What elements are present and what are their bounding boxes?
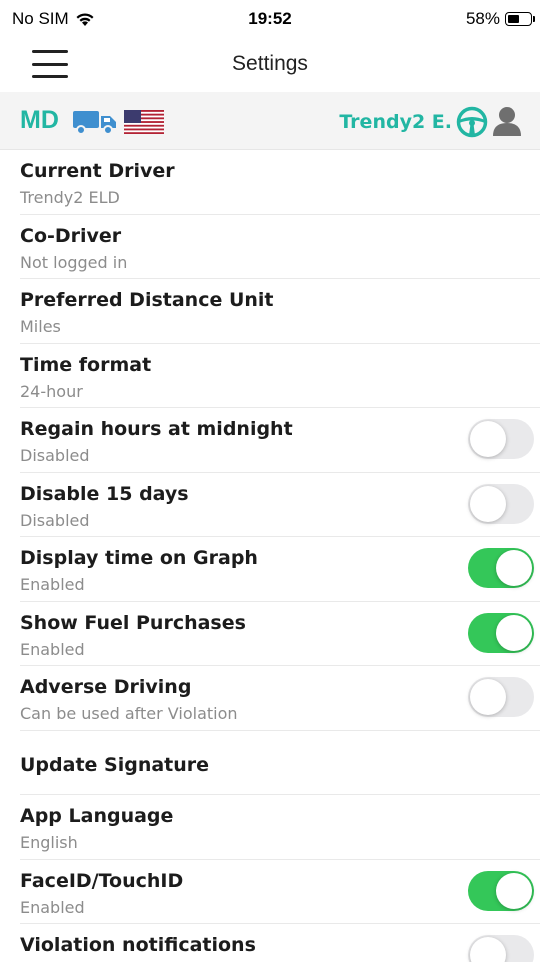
status-right: 58% (465, 9, 535, 29)
setting-violation-notifications: Violation notifications (20, 924, 540, 962)
setting-current-driver[interactable]: Current Driver Trendy2 ELD (20, 150, 540, 215)
violation-notifications-toggle[interactable] (468, 935, 534, 962)
setting-time-format[interactable]: Time format 24-hour (20, 344, 540, 408)
settings-list: Current Driver Trendy2 ELD Co-Driver Not… (0, 150, 540, 962)
status-bar: No SIM 19:52 58% (0, 0, 540, 36)
setting-title: Display time on Graph (20, 547, 258, 569)
driver-info-bar: MD Trendy2 E. (0, 92, 540, 150)
faceid-touchid-toggle[interactable] (468, 870, 534, 911)
setting-title: App Language (20, 805, 174, 827)
setting-title: Violation notifications (20, 934, 256, 956)
steering-wheel-icon (456, 106, 488, 138)
us-flag-icon (124, 110, 164, 134)
setting-regain-hours: Regain hours at midnight Disabled (20, 408, 540, 473)
setting-value: Miles (20, 317, 61, 336)
setting-title: FaceID/TouchID (20, 869, 184, 892)
setting-disable-15-days: Disable 15 days Disabled (20, 473, 540, 537)
setting-title: Time format (20, 353, 152, 376)
show-fuel-purchases-toggle[interactable] (468, 612, 534, 653)
truck-icon (73, 111, 116, 135)
setting-title: Adverse Driving (20, 676, 192, 698)
setting-value: Disabled (20, 510, 90, 530)
setting-title: Show Fuel Purchases (20, 611, 246, 634)
nav-bar: Settings (0, 36, 540, 92)
setting-title: Regain hours at midnight (20, 418, 293, 440)
battery-icon (505, 12, 535, 26)
setting-value: Disabled (20, 446, 90, 465)
setting-title: Disable 15 days (20, 482, 189, 505)
setting-title: Co-Driver (20, 224, 122, 247)
setting-value: Enabled (20, 897, 85, 917)
display-time-graph-toggle[interactable] (468, 548, 534, 588)
setting-value: English (20, 833, 78, 852)
disable-15-days-toggle[interactable] (468, 483, 534, 524)
setting-value: Not logged in (20, 252, 128, 272)
setting-value: Trendy2 ELD (20, 188, 120, 207)
setting-co-driver[interactable]: Co-Driver Not logged in (20, 215, 540, 279)
status-time: 19:52 (248, 9, 292, 28)
setting-value: Can be used after Violation (20, 704, 238, 723)
regain-hours-toggle[interactable] (468, 419, 534, 459)
adverse-driving-toggle[interactable] (468, 677, 534, 717)
setting-update-signature[interactable]: Update Signature (20, 731, 540, 795)
setting-title: Update Signature (20, 753, 210, 776)
setting-show-fuel-purchases: Show Fuel Purchases Enabled (20, 602, 540, 666)
setting-display-time-graph: Display time on Graph Enabled (20, 537, 540, 602)
user-icon (493, 107, 521, 136)
setting-distance-unit[interactable]: Preferred Distance Unit Miles (20, 279, 540, 344)
setting-value: Enabled (20, 639, 85, 659)
setting-app-language[interactable]: App Language English (20, 795, 540, 860)
driver-name[interactable]: Trendy2 E. (339, 111, 452, 133)
battery-percent: 58% (465, 9, 500, 28)
setting-adverse-driving: Adverse Driving Can be used after Violat… (20, 666, 540, 731)
setting-faceid-touchid: FaceID/TouchID Enabled (20, 860, 540, 924)
page-title: Settings (232, 52, 308, 75)
setting-title: Preferred Distance Unit (20, 289, 274, 311)
setting-value: Enabled (20, 575, 85, 594)
setting-title: Current Driver (20, 160, 175, 182)
setting-value: 24-hour (20, 381, 83, 401)
state-code: MD (20, 106, 59, 134)
